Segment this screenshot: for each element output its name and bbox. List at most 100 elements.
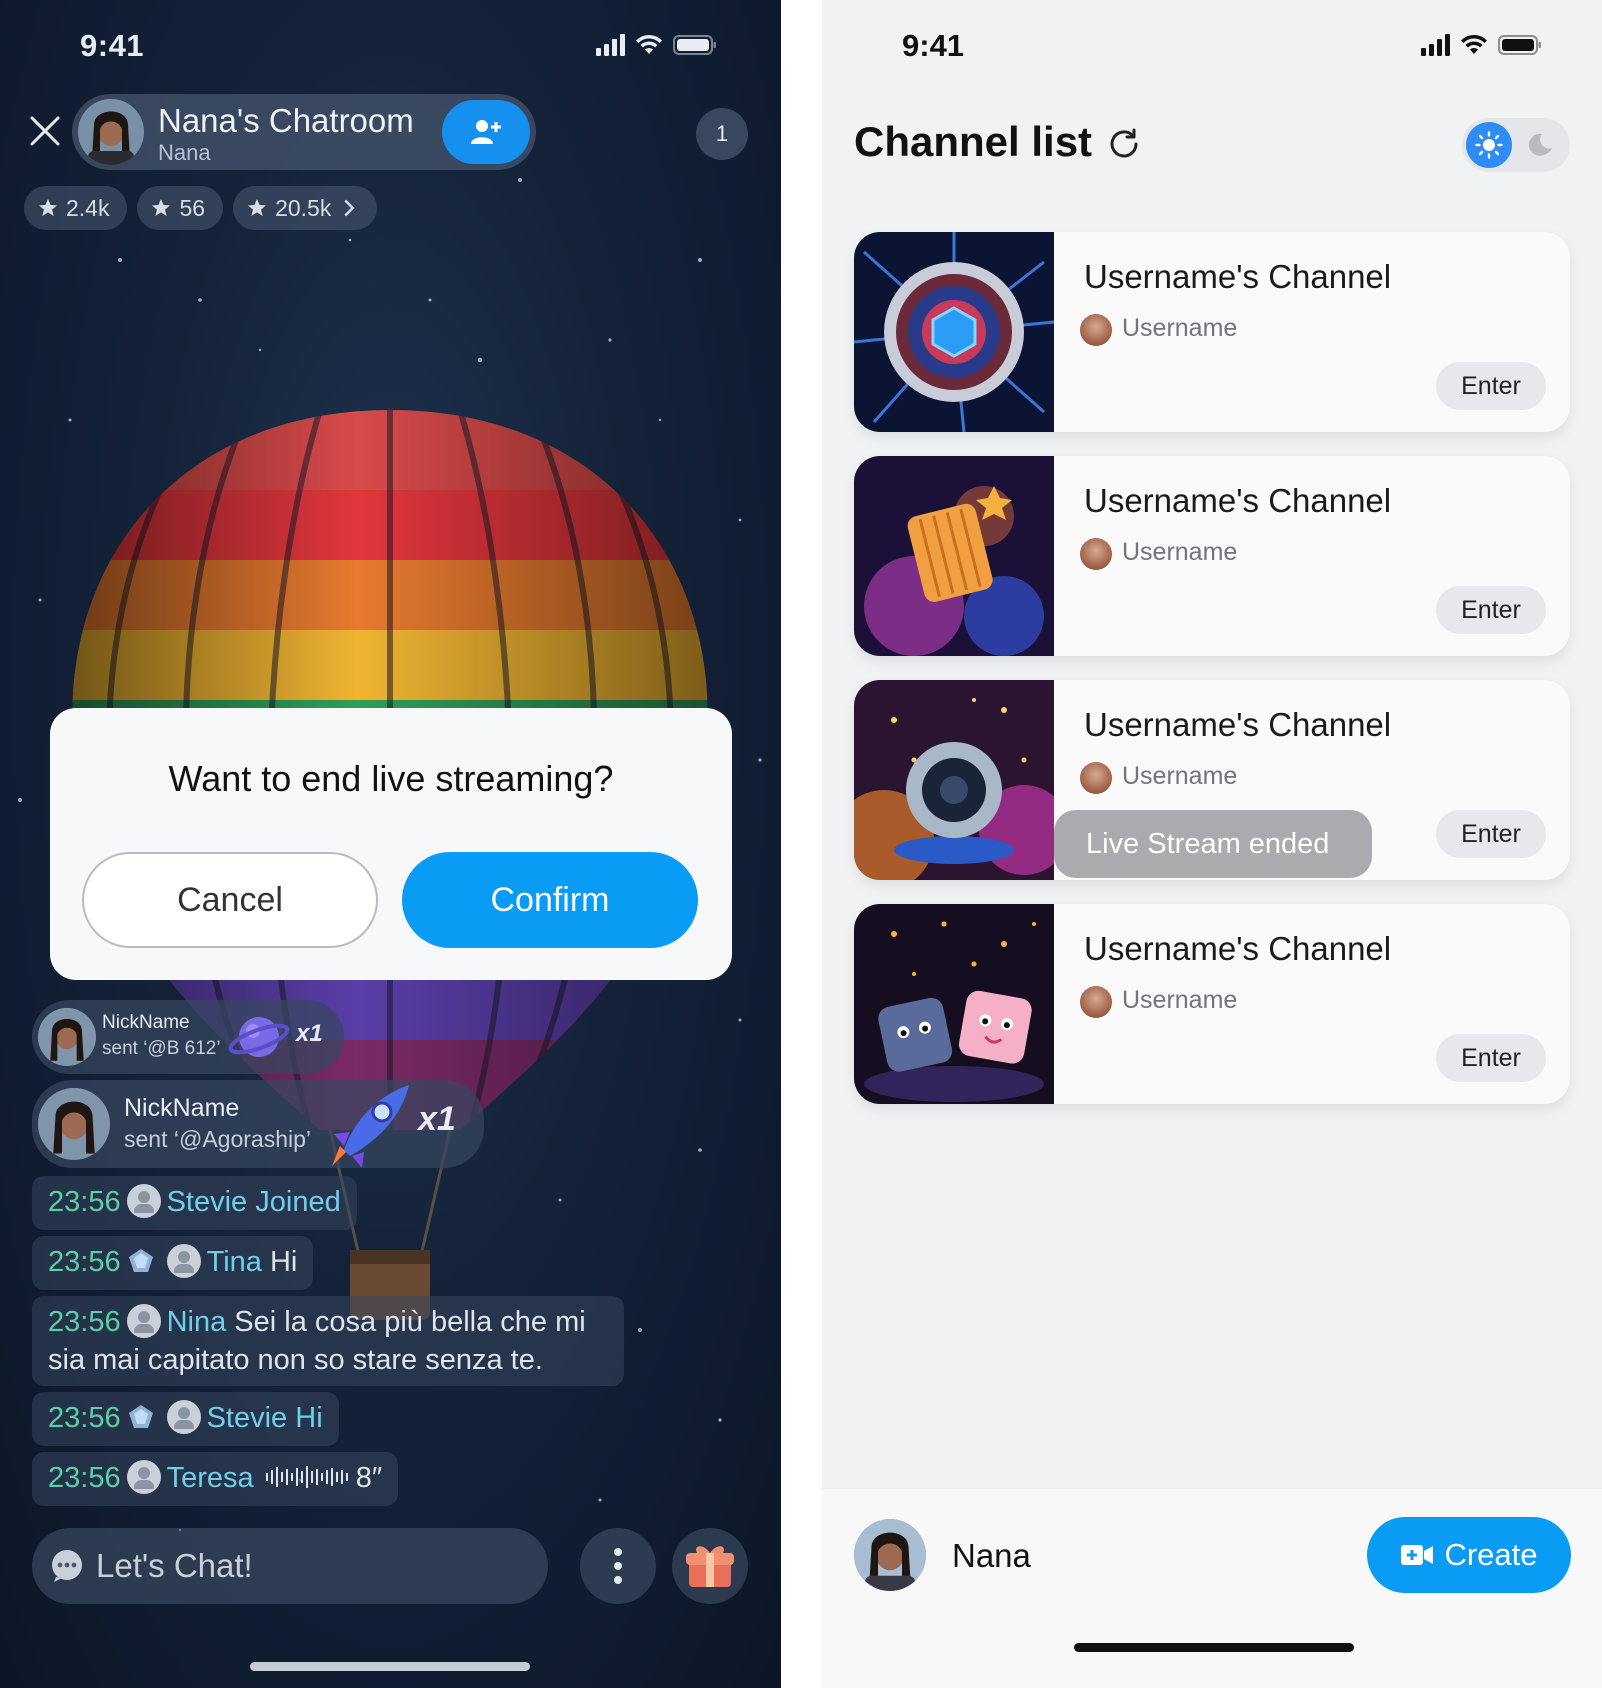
chat-message: 23:56 Tina Hi	[32, 1236, 314, 1291]
cellular-signal-icon	[1421, 34, 1450, 56]
status-bar: 9:41	[0, 0, 781, 90]
user-avatar-icon	[126, 1304, 161, 1339]
video-add-icon	[1401, 1545, 1434, 1565]
create-button[interactable]: Create	[1367, 1517, 1571, 1593]
moon-icon[interactable]	[1528, 132, 1554, 158]
user-avatar-icon	[166, 1400, 201, 1435]
channel-card[interactable]: Username's Channel Username Enter	[854, 232, 1570, 432]
chat-input-placeholder: Let's Chat!	[96, 1547, 253, 1584]
enter-button[interactable]: Enter	[1436, 362, 1546, 410]
stat-pill-link[interactable]: 20.5k	[233, 186, 378, 230]
viewer-count-badge[interactable]: 1	[696, 108, 748, 160]
channel-owner-avatar	[1080, 538, 1112, 570]
vip-badge-icon	[128, 1249, 153, 1273]
cancel-button[interactable]: Cancel	[82, 852, 378, 948]
chat-time: 23:56	[48, 1306, 121, 1338]
live-room-screen: 9:41 Nana's Chatroom Nana 1 2.4k 56 20.5…	[0, 0, 781, 1688]
channel-title: Username's Channel	[1084, 482, 1392, 519]
sun-icon[interactable]	[1466, 122, 1512, 168]
chat-text: Hi	[269, 1246, 298, 1278]
home-indicator	[250, 1662, 530, 1671]
channel-thumbnail	[854, 680, 1054, 880]
chat-time: 23:56	[48, 1462, 121, 1494]
current-user-name: Nana	[952, 1537, 1031, 1574]
stat-pill: 56	[137, 186, 224, 230]
vip-badge-icon	[128, 1405, 153, 1429]
stream-ended-badge: Live Stream ended	[1054, 810, 1372, 878]
enter-button[interactable]: Enter	[1436, 1034, 1546, 1082]
room-title: Nana's Chatroom	[158, 102, 414, 139]
room-header[interactable]: Nana's Chatroom Nana	[72, 94, 536, 170]
channel-owner-avatar	[1080, 314, 1112, 346]
confirm-button[interactable]: Confirm	[402, 852, 698, 948]
stat-value: 2.4k	[66, 194, 110, 221]
gift-box-icon	[686, 1546, 734, 1587]
channel-list-screen: 9:41 Channel list Username's Channel Use…	[822, 0, 1602, 1688]
rocket-gift-icon	[332, 1085, 409, 1168]
follow-button[interactable]	[442, 100, 530, 164]
create-label: Create	[1444, 1537, 1538, 1572]
home-indicator	[1074, 1643, 1354, 1652]
channel-thumbnail	[854, 456, 1054, 656]
voice-waveform-icon	[265, 1466, 348, 1489]
chat-time: 23:56	[48, 1246, 121, 1278]
channel-title: Username's Channel	[1084, 258, 1392, 295]
stat-value: 56	[179, 194, 206, 221]
chat-message: 23:56 Stevie Hi	[32, 1392, 339, 1447]
current-user-avatar[interactable]	[854, 1519, 926, 1591]
user-avatar-icon	[126, 1184, 161, 1219]
channel-card[interactable]: Username's Channel Username Enter	[854, 456, 1570, 656]
channel-owner-name: Username	[1122, 762, 1238, 790]
star-icon	[248, 199, 267, 216]
gift-multiplier: x1	[418, 1100, 456, 1138]
chat-username: Teresa	[166, 1462, 254, 1494]
gift-sent-text: sent ‘@B 612’	[102, 1038, 221, 1059]
chat-username: Nina	[166, 1306, 227, 1338]
close-icon[interactable]	[28, 114, 62, 148]
chat-username: Tina	[206, 1246, 262, 1278]
channel-card[interactable]: Username's Channel Username Enter	[854, 904, 1570, 1104]
stats-row: 2.4k 56 20.5k	[24, 186, 378, 230]
chat-message: 23:56 Stevie Joined	[32, 1176, 357, 1231]
channel-owner-name: Username	[1122, 314, 1238, 342]
chat-username: Stevie	[166, 1186, 248, 1218]
host-name: Nana	[158, 140, 211, 165]
channel-owner-name: Username	[1122, 986, 1238, 1014]
stat-value: 20.5k	[275, 194, 332, 221]
star-icon	[152, 199, 171, 216]
host-avatar	[78, 99, 144, 165]
chat-text: Hi	[295, 1402, 323, 1434]
wifi-icon	[636, 34, 662, 54]
chat-time: 23:56	[48, 1186, 121, 1218]
more-button[interactable]	[580, 1528, 656, 1604]
cellular-signal-icon	[596, 34, 625, 56]
gift-message: NickName sent ‘@B 612’ x1	[32, 1000, 344, 1074]
sender-nickname: NickName	[102, 1012, 190, 1033]
chat-message: 23:56 Nina Sei la cosa più bella che mi s…	[32, 1296, 624, 1387]
channel-thumbnail	[854, 232, 1054, 432]
refresh-icon[interactable]	[1106, 126, 1142, 162]
voice-message[interactable]: 23:56 Teresa 8″	[32, 1452, 399, 1507]
gift-button[interactable]	[672, 1528, 748, 1604]
channel-title: Username's Channel	[1084, 930, 1392, 967]
status-icons	[1421, 34, 1542, 56]
planet-gift-icon	[228, 1017, 290, 1057]
enter-button[interactable]: Enter	[1436, 810, 1546, 858]
battery-icon	[673, 35, 716, 55]
hot-air-balloon-image	[72, 410, 708, 1320]
channel-owner-avatar	[1080, 986, 1112, 1018]
theme-toggle[interactable]	[1462, 118, 1570, 172]
battery-icon	[1498, 35, 1541, 55]
enter-button[interactable]: Enter	[1436, 586, 1546, 634]
add-user-icon	[471, 120, 501, 144]
wifi-icon	[1461, 34, 1487, 54]
sender-avatar	[38, 1008, 96, 1066]
canvas: 9:41 Nana's Chatroom Nana 1 2.4k 56 20.5…	[0, 0, 1602, 1688]
chevron-right-icon	[344, 199, 355, 217]
bottom-bar: Nana Create	[822, 1488, 1602, 1688]
user-avatar-icon	[126, 1460, 161, 1495]
channel-thumbnail	[854, 904, 1054, 1104]
chat-input[interactable]: Let's Chat!	[32, 1528, 548, 1604]
status-time: 9:41	[902, 28, 965, 63]
channel-card[interactable]: Username's Channel Username Live Stream …	[854, 680, 1570, 880]
